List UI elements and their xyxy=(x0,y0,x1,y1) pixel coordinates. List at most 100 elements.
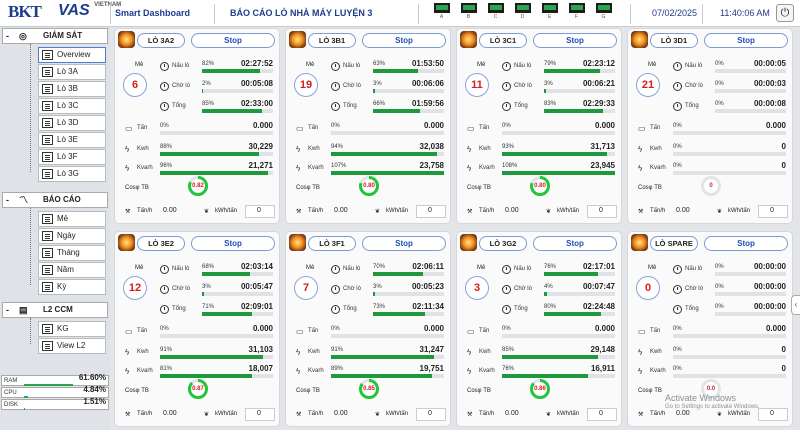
progress-bar xyxy=(544,89,615,93)
furnace-name[interactable]: LÒ 3E2 xyxy=(137,236,185,251)
status-button[interactable]: Stop xyxy=(362,33,446,48)
lightning-icon: ϟ xyxy=(125,164,130,173)
leaf-icon: ❦ xyxy=(546,209,552,215)
sidebar-group-1[interactable]: - 〽 BÁO CÁO xyxy=(2,192,108,208)
sidebar-item-label: Năm xyxy=(57,265,74,274)
row-label: Tổng xyxy=(343,306,357,312)
status-button[interactable]: Stop xyxy=(704,33,788,48)
furnace-name[interactable]: LÒ 3B1 xyxy=(308,33,356,48)
furnace-name[interactable]: LÒ 3F1 xyxy=(308,236,356,251)
row-value: 02:17:01 xyxy=(582,262,615,271)
cosphi-label: Cosφ TB xyxy=(638,185,662,191)
resource-value: 1.51% xyxy=(83,397,106,406)
row-percent: 68% xyxy=(202,264,215,270)
status-button[interactable]: Stop xyxy=(191,236,275,251)
metric-bar xyxy=(673,334,786,338)
computer-label: C xyxy=(493,14,498,20)
sidebar-item-label: Lò 3B xyxy=(57,84,78,93)
scale-icon: ▭ xyxy=(638,327,646,336)
sidebar-item[interactable]: Lò 3C xyxy=(38,98,106,114)
status-button[interactable]: Stop xyxy=(704,236,788,251)
row-label: Nấu lò xyxy=(685,63,703,69)
clock-icon xyxy=(502,285,511,294)
row-value: 02:24:48 xyxy=(582,302,615,311)
sidebar-item[interactable]: Lò 3B xyxy=(38,81,106,97)
kwhtan-value: 0 xyxy=(257,207,261,214)
progress-fill xyxy=(373,69,418,73)
sidebar-group-0[interactable]: - ◎ GIÁM SÁT xyxy=(2,28,108,44)
furnace-name[interactable]: LÒ 3G2 xyxy=(479,236,527,251)
power-icon[interactable]: ⏻ xyxy=(776,4,794,22)
computer-status-c[interactable]: C xyxy=(484,3,507,20)
leaf-icon: ❦ xyxy=(717,209,723,215)
metric-value: 0.000 xyxy=(423,121,444,130)
batch-label: Mẻ xyxy=(135,265,144,271)
computer-status-g[interactable]: G xyxy=(592,3,615,20)
collapse-toggle-icon[interactable]: - xyxy=(6,193,9,207)
hammer-icon: ⚒ xyxy=(638,209,644,215)
furnace-name[interactable]: LÒ 3A2 xyxy=(137,33,185,48)
time-display: 11:40:06 AM xyxy=(720,8,770,18)
computer-status-a[interactable]: A xyxy=(430,3,453,20)
row-label: Tổng xyxy=(685,306,699,312)
metric-value: 0 xyxy=(781,142,786,151)
sidebar-item[interactable]: Ngày xyxy=(38,228,106,244)
sidebar-group-2[interactable]: - ▤ L2 CCM xyxy=(2,302,108,318)
row-label: Chờ lò xyxy=(172,83,190,89)
sidebar-item[interactable]: Mẻ xyxy=(38,211,106,227)
status-button[interactable]: Stop xyxy=(191,33,275,48)
sidebar-item[interactable]: Overview xyxy=(38,47,106,63)
sidebar-item-label: Lò 3G xyxy=(57,169,79,178)
collapse-toggle-icon[interactable]: - xyxy=(6,303,9,317)
metric-bar xyxy=(502,334,615,338)
computer-status-d[interactable]: D xyxy=(511,3,534,20)
sidebar-item-label: Kỳ xyxy=(57,282,67,291)
metric-value: 0 xyxy=(781,345,786,354)
furnace-icon xyxy=(118,234,135,251)
metric-bar xyxy=(673,355,786,359)
clock-icon xyxy=(502,265,511,274)
row-value: 00:00:00 xyxy=(753,262,786,271)
furnace-card: LÒ 3D1 Stop Mẻ 21 Nấu lò 0% 00:00:05 Chờ lò 0% 00… xyxy=(627,28,793,224)
status-button[interactable]: Stop xyxy=(362,236,446,251)
clock-icon xyxy=(331,285,340,294)
monitor-icon xyxy=(460,3,477,13)
cosphi-gauge: 0.82 xyxy=(187,175,209,197)
expand-panel-chevron-icon[interactable]: ‹ xyxy=(791,295,800,315)
row-value: 00:05:08 xyxy=(240,79,273,88)
progress-bar xyxy=(373,109,444,113)
sidebar-item[interactable]: KG xyxy=(38,321,106,337)
lightning-icon: ϟ xyxy=(638,367,643,376)
sidebar-item[interactable]: Lò 3D xyxy=(38,115,106,131)
furnace-name[interactable]: LÒ 3C1 xyxy=(479,33,527,48)
collapse-toggle-icon[interactable]: - xyxy=(6,29,9,43)
sidebar-item[interactable]: Lò 3A xyxy=(38,64,106,80)
metric-label: Tấn xyxy=(137,125,148,131)
cosphi-gauge: 0.80 xyxy=(358,175,380,197)
progress-bar xyxy=(202,272,273,276)
sidebar-item[interactable]: Năm xyxy=(38,262,106,278)
computer-status-e[interactable]: E xyxy=(538,3,561,20)
furnace-name[interactable]: LÒ SPARE xyxy=(650,236,698,251)
row-percent: 66% xyxy=(373,101,386,107)
status-button[interactable]: Stop xyxy=(533,33,617,48)
sidebar-item[interactable]: Lò 3E xyxy=(38,132,106,148)
sidebar-item[interactable]: Lò 3F xyxy=(38,149,106,165)
sidebar-item[interactable]: Lò 3G xyxy=(38,166,106,182)
kwhtan-value: 0 xyxy=(257,410,261,417)
computer-status-f[interactable]: F xyxy=(565,3,588,20)
sidebar-item[interactable]: Kỳ xyxy=(38,279,106,295)
status-button[interactable]: Stop xyxy=(533,236,617,251)
furnace-icon xyxy=(631,234,648,251)
metric-value: 21,271 xyxy=(248,161,273,170)
sidebar-item[interactable]: View L2 xyxy=(38,338,106,354)
list-icon xyxy=(42,67,53,77)
metric-bar xyxy=(502,355,615,359)
furnace-name[interactable]: LÒ 3D1 xyxy=(650,33,698,48)
computer-status-b[interactable]: B xyxy=(457,3,480,20)
sidebar-item[interactable]: Tháng xyxy=(38,245,106,261)
computer-label: G xyxy=(601,14,606,20)
metric-percent: 93% xyxy=(502,144,515,150)
list-icon xyxy=(42,324,53,334)
lightning-icon: ϟ xyxy=(467,164,472,173)
